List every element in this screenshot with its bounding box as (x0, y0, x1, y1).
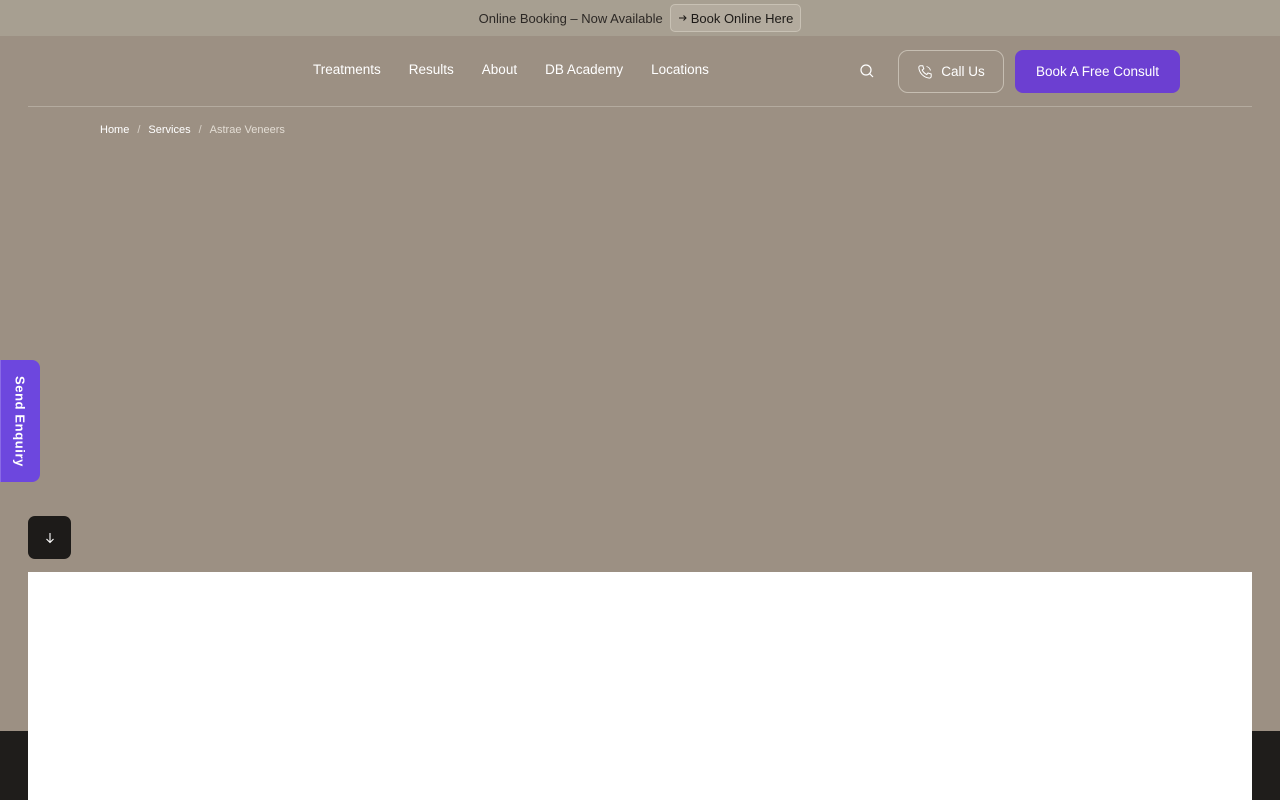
nav-item-about[interactable]: About (482, 62, 517, 77)
announcement-text: Online Booking – Now Available (478, 10, 663, 26)
announcement-bar: Online Booking – Now Available Book Onli… (0, 0, 1280, 36)
send-enquiry-label: Send Enquiry (12, 375, 28, 467)
breadcrumb-separator: / (198, 124, 202, 136)
breadcrumb-separator: / (137, 124, 141, 136)
send-enquiry-tab[interactable]: Send Enquiry (0, 360, 40, 482)
arrow-right-icon (678, 15, 687, 21)
nav-item-treatments[interactable]: Treatments (313, 62, 381, 77)
breadcrumb-home[interactable]: Home (100, 124, 129, 136)
book-consult-button[interactable]: Book A Free Consult (1015, 50, 1180, 93)
call-us-label: Call Us (941, 64, 985, 79)
search-icon (860, 64, 874, 78)
call-us-button[interactable]: Call Us (898, 50, 1004, 93)
breadcrumb-current: Astrae Veneers (209, 124, 285, 136)
content-panel (28, 572, 1252, 800)
site-header: Treatments Results About DB Academy Loca… (28, 36, 1252, 107)
breadcrumb: Home / Services / Astrae Veneers (100, 124, 285, 136)
arrow-down-icon (45, 532, 54, 543)
phone-icon (918, 64, 932, 79)
main-nav: Treatments Results About DB Academy Loca… (313, 62, 709, 77)
nav-item-results[interactable]: Results (409, 62, 454, 77)
search-button[interactable] (858, 62, 876, 80)
book-online-label: Book Online Here (690, 10, 794, 26)
nav-item-locations[interactable]: Locations (651, 62, 709, 77)
book-online-link[interactable]: Book Online Here (669, 4, 802, 32)
scroll-down-button[interactable] (28, 516, 71, 559)
breadcrumb-services[interactable]: Services (148, 124, 190, 136)
nav-item-db-academy[interactable]: DB Academy (545, 62, 623, 77)
